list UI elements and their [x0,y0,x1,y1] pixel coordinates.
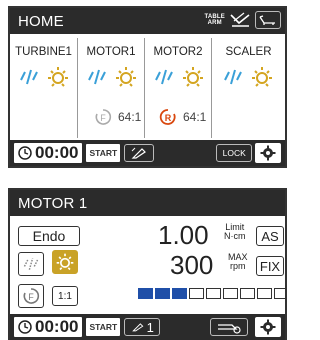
motor-titlebar: MOTOR 1 [10,190,285,216]
motor-bottombar: 00:00 START 1 [10,314,285,340]
forward-direction-icon: F [23,288,40,304]
speed-level-bar[interactable] [138,288,285,299]
level-segment [189,288,204,299]
home-bottombar: 00:00 START LOCK [10,140,285,166]
chair-icon [259,15,275,25]
lock-button[interactable]: LOCK [216,144,253,162]
motor-panel: MOTOR 1 Endo 1.00 Limit N·cm AS 300 MAX … [8,188,287,340]
table-arm-icon[interactable] [229,11,251,29]
instrument-name: MOTOR2 [153,46,203,58]
svg-text:R: R [165,113,172,123]
level-segment [206,288,221,299]
level-segment [172,288,187,299]
as-button[interactable]: AS [256,226,284,246]
instrument-name: TURBINE1 [15,46,72,58]
handpiece-icon [131,323,143,332]
instrument-scaler[interactable]: SCALER [212,38,285,138]
handpiece-icon [131,147,147,159]
foot-control-icon [218,324,241,334]
light-icon [56,253,74,271]
chair-button[interactable] [255,11,281,29]
timer-display[interactable]: 00:00 [14,143,83,163]
direction-button[interactable]: F [18,284,44,308]
torque-value: 1.00 [158,220,209,250]
instrument-name: SCALER [225,46,272,58]
svg-text:F: F [100,113,106,123]
level-segment [155,288,170,299]
clock-icon [18,146,32,160]
svg-text:F: F [28,292,34,302]
timer-value: 00:00 [35,317,79,336]
table-arm-label: TABLE ARM [204,14,225,26]
spray-icon [224,69,242,85]
gear-ratio: 64:1 [118,110,142,124]
spray-icon [20,69,38,85]
spray-toggle[interactable] [18,252,44,276]
home-titlebar: HOME TABLE ARM [10,8,285,34]
speed-unit: MAX rpm [228,252,248,271]
gear-ratio: 64:1 [183,110,207,124]
speed-value: 300 [170,250,214,280]
light-icon [48,67,68,87]
ratio-button[interactable]: 1:1 [52,286,78,306]
home-title: HOME [18,12,64,30]
handpiece-button[interactable] [124,144,155,162]
start-button[interactable]: START [86,318,121,336]
gear-icon [260,145,276,161]
fix-button[interactable]: FIX [256,256,284,276]
reverse-direction-icon: R [159,109,176,125]
light-icon [116,67,136,87]
instrument-row: TURBINE1 MOTOR1 F 64:1 MOTOR2 R 64:1 SCA… [10,38,285,138]
level-segment [274,288,285,299]
spray-off-icon [23,258,39,270]
level-segment [240,288,255,299]
level-segment [257,288,272,299]
instrument-turbine1[interactable]: TURBINE1 [10,38,78,138]
light-toggle[interactable] [52,250,78,274]
start-button[interactable]: START [86,144,121,162]
foot-control-button[interactable] [210,318,249,336]
home-panel: HOME TABLE ARM TURBINE1 MOTOR1 F 64:1 MO… [8,6,287,168]
settings-button[interactable] [255,317,281,337]
settings-button[interactable] [255,143,281,163]
spray-icon [155,69,173,85]
motor-title: MOTOR 1 [18,194,88,212]
mode-button[interactable]: Endo [18,226,80,246]
instrument-motor1[interactable]: MOTOR1 F 64:1 [78,38,145,138]
forward-direction-icon: F [95,109,112,125]
light-icon [183,67,203,87]
instrument-motor2[interactable]: MOTOR2 R 64:1 [145,38,212,138]
gear-icon [260,319,276,335]
torque-unit: Limit N·cm [224,222,246,241]
level-segment [138,288,153,299]
spray-icon [88,69,106,85]
light-icon [252,67,272,87]
program-button[interactable]: 1 [124,318,161,336]
timer-value: 00:00 [35,143,79,162]
timer-display[interactable]: 00:00 [14,317,83,337]
instrument-name: MOTOR1 [86,46,136,58]
level-segment [223,288,238,299]
program-number: 1 [146,319,154,335]
clock-icon [18,320,32,334]
